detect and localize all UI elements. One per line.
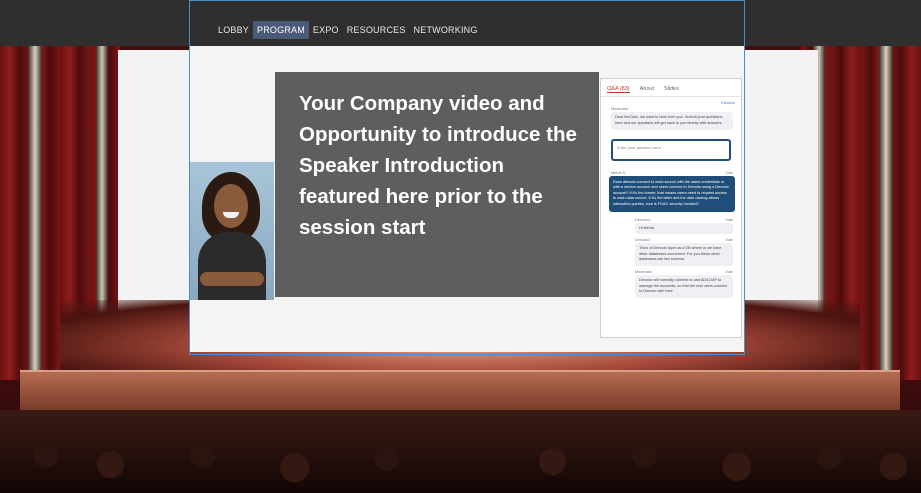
nav-resources[interactable]: RESOURCES bbox=[343, 21, 410, 39]
viewport-frame bbox=[189, 0, 745, 355]
nav-lobby[interactable]: LOBBY bbox=[214, 21, 253, 39]
pillar bbox=[28, 40, 42, 380]
nav-expo[interactable]: EXPO bbox=[309, 21, 343, 39]
stage bbox=[20, 370, 900, 410]
pillar bbox=[879, 40, 893, 380]
main-nav: LOBBY PROGRAM EXPO RESOURCES NETWORKING bbox=[214, 21, 482, 39]
nav-program[interactable]: PROGRAM bbox=[253, 21, 309, 39]
nav-networking[interactable]: NETWORKING bbox=[410, 21, 482, 39]
audience bbox=[0, 430, 921, 493]
